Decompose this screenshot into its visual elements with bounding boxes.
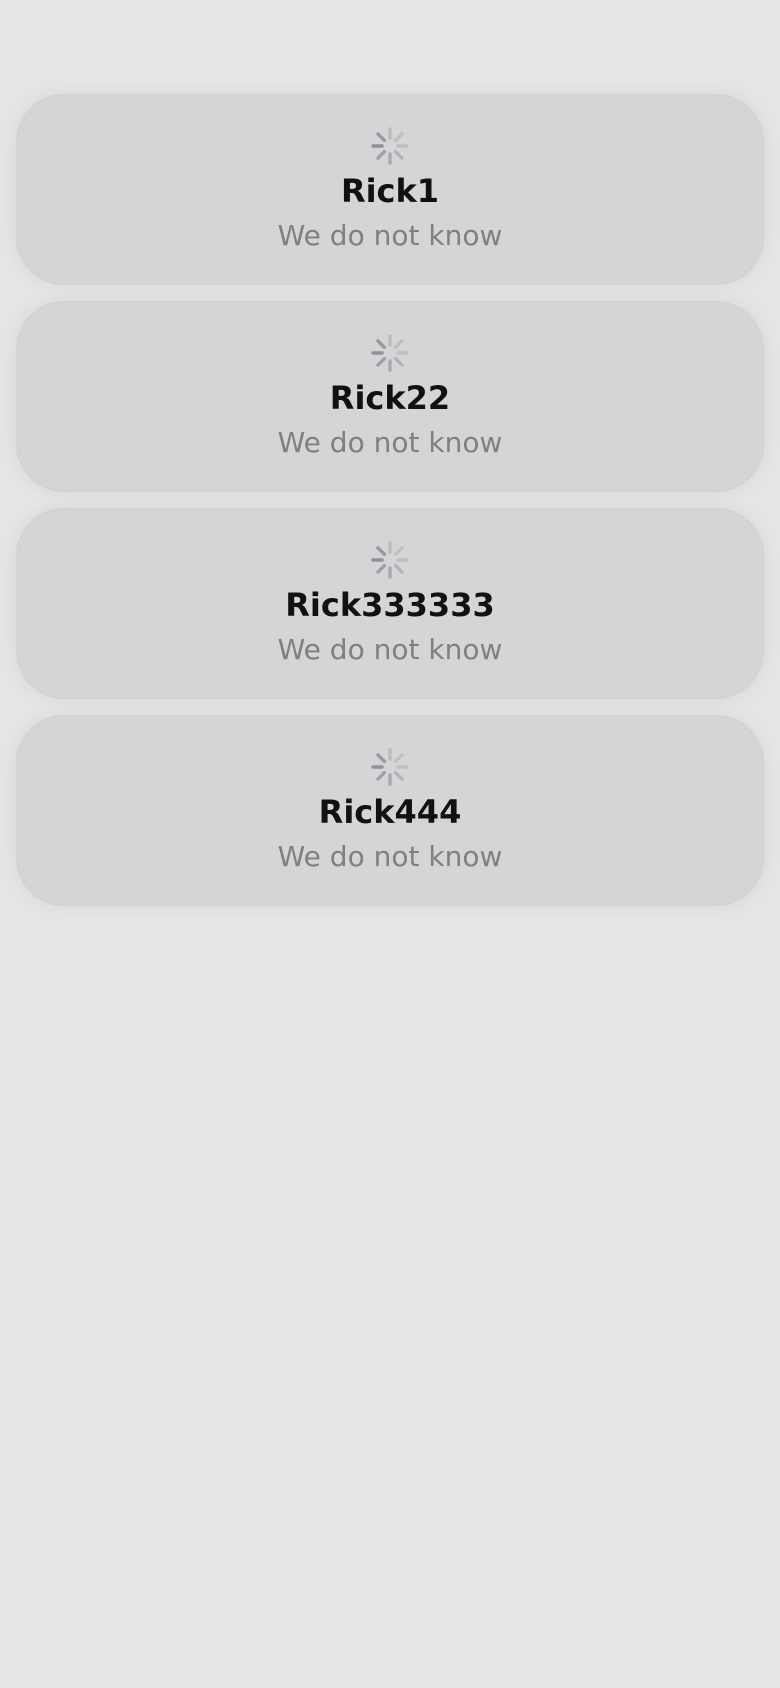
item-status: We do not know: [277, 840, 503, 873]
item-status: We do not know: [277, 633, 503, 666]
item-name: Rick22: [329, 379, 451, 417]
item-status: We do not know: [277, 219, 503, 252]
list-item[interactable]: Rick22 We do not know: [16, 301, 764, 492]
list-item[interactable]: Rick444 We do not know: [16, 715, 764, 906]
list-item[interactable]: Rick333333 We do not know: [16, 508, 764, 699]
item-name: Rick444: [318, 793, 462, 831]
contacts-list: Rick1 We do not know Rick22 We do not kn…: [16, 94, 764, 922]
item-name: Rick333333: [285, 586, 495, 624]
loading-spinner-icon: [370, 126, 410, 166]
loading-spinner-icon: [370, 333, 410, 373]
list-item[interactable]: Rick1 We do not know: [16, 94, 764, 285]
loading-spinner-icon: [370, 747, 410, 787]
item-name: Rick1: [340, 172, 440, 210]
loading-spinner-icon: [370, 540, 410, 580]
item-status: We do not know: [277, 426, 503, 459]
